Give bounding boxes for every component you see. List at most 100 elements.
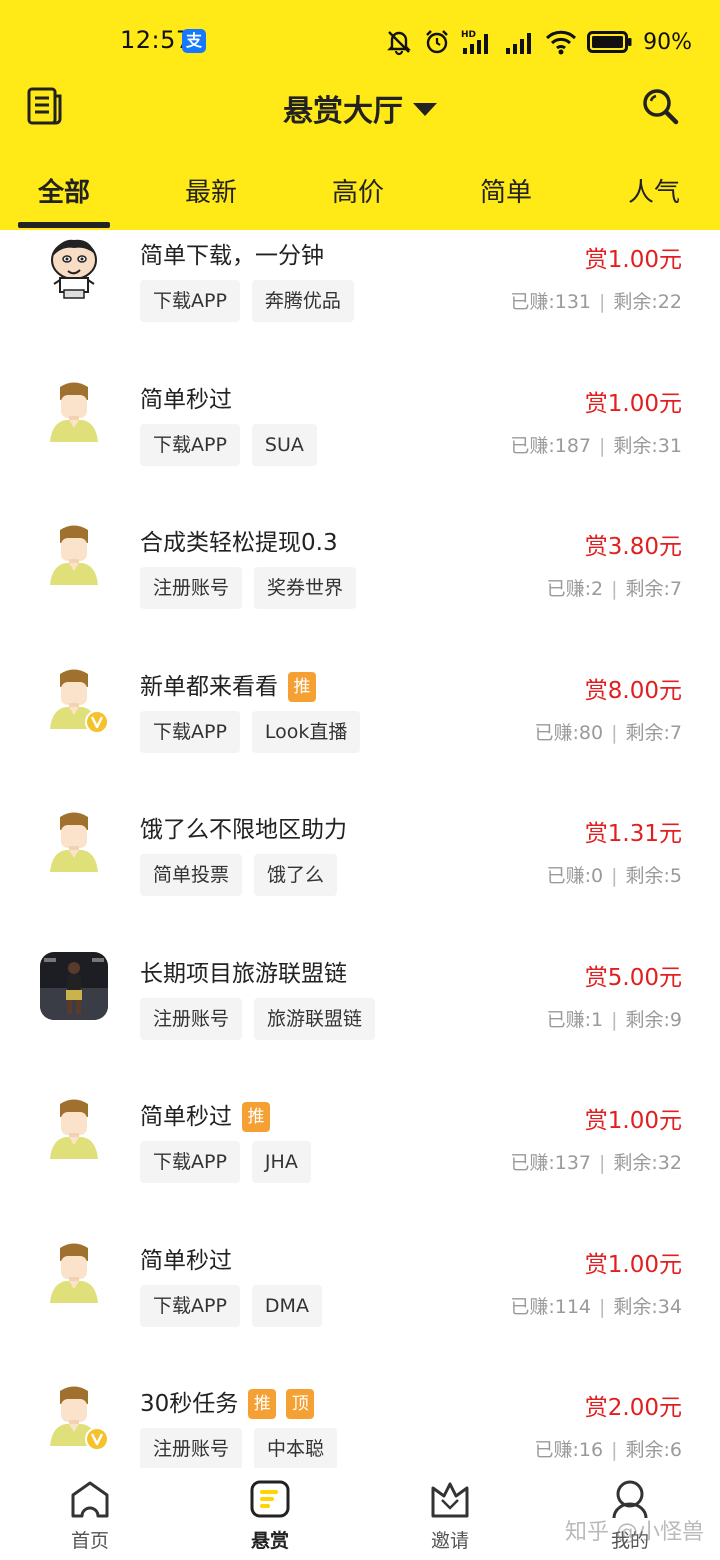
caret-down-icon xyxy=(413,103,437,116)
task-title-text: 简单秒过 xyxy=(140,1248,232,1274)
task-tag: 下载APP xyxy=(140,280,240,322)
task-title: 饿了么不限地区助力 xyxy=(140,810,347,844)
remaining-count: 剩余:5 xyxy=(625,865,683,887)
task-item[interactable]: 饿了么不限地区助力 简单投票 饿了么 赏1.31元 已赚:0 | 剩余:5 xyxy=(0,774,720,917)
task-title: 简单秒过 xyxy=(140,380,232,414)
task-tag: JHA xyxy=(251,1141,311,1183)
task-title-text: 新单都来看看 xyxy=(140,674,278,700)
vip-avatar xyxy=(40,665,109,734)
remaining-count: 剩余:34 xyxy=(613,1296,682,1318)
task-reward: 赏1.31元 xyxy=(584,821,682,847)
task-item[interactable]: 30秒任务推顶注册账号 中本聪 赏2.00元已赚:16 | 剩余:6 xyxy=(0,1348,720,1468)
wifi-icon xyxy=(546,30,577,55)
avatar xyxy=(40,378,108,446)
battery-percentage: 90% xyxy=(643,29,692,55)
task-reward: 赏2.00元 xyxy=(584,1395,682,1421)
remaining-count: 剩余:7 xyxy=(625,578,683,600)
recommend-badge: 推 xyxy=(288,672,316,702)
stats-divider: | xyxy=(599,435,606,457)
earned-count: 已赚:1 xyxy=(546,1009,604,1031)
task-reward: 赏3.80元 xyxy=(584,534,682,560)
task-title-text: 饿了么不限地区助力 xyxy=(140,817,347,843)
battery-icon xyxy=(587,31,632,53)
alarm-icon xyxy=(426,30,448,54)
task-tag: 注册账号 xyxy=(140,1428,243,1468)
remaining-count: 剩余:9 xyxy=(625,1009,683,1031)
tab-high-price[interactable]: 高价 xyxy=(332,172,384,209)
task-tag: 下载APP xyxy=(140,711,240,753)
nav-invite[interactable]: 邀请 xyxy=(395,1468,505,1560)
task-item[interactable]: 简单秒过下载APP DMA 赏1.00元已赚:114 | 剩余:34 xyxy=(0,1205,720,1348)
earned-count: 已赚:80 xyxy=(534,722,604,744)
task-item[interactable]: 长期项目旅游联盟链 注册账号 旅游联盟链 赏5.00元 已赚:1 | 剩余:9 xyxy=(0,918,720,1061)
earned-count: 已赚:137 xyxy=(510,1152,591,1174)
task-tag: 注册账号 xyxy=(140,567,243,609)
tab-simple[interactable]: 简单 xyxy=(480,172,532,209)
earned-count: 已赚:2 xyxy=(546,578,604,600)
task-item[interactable]: 合成类轻松提现0.3 注册账号 奖券世界 赏3.80元 已赚:2 | 剩余:7 xyxy=(0,487,720,630)
avatar xyxy=(40,1239,108,1307)
stats-divider: | xyxy=(611,722,618,744)
task-stats: 已赚:1 | 剩余:9 xyxy=(547,1005,682,1032)
task-title-text: 30秒任务 xyxy=(140,1391,239,1417)
task-tags: 下载APP JHA xyxy=(140,1141,311,1183)
recommend-badge: 推 xyxy=(242,1102,270,1132)
recommend-badge: 推 xyxy=(248,1389,277,1419)
task-tag: 简单投票 xyxy=(140,854,243,896)
task-item[interactable]: 简单秒过 下载APP SUA 赏1.00元 已赚:187 | 剩余:31 xyxy=(0,344,720,487)
tab-active-indicator xyxy=(18,222,110,228)
task-tags: 简单投票 饿了么 xyxy=(140,854,338,896)
remaining-count: 剩余:6 xyxy=(625,1439,683,1461)
invite-icon xyxy=(431,1482,469,1518)
earned-count: 已赚:114 xyxy=(510,1296,591,1318)
task-title-text: 简单下载，一分钟 xyxy=(140,243,324,269)
task-title: 合成类轻松提现0.3 xyxy=(140,523,338,557)
avatar xyxy=(40,808,108,876)
stats-divider: | xyxy=(611,1009,618,1031)
task-tags: 下载APP 奔腾优品 xyxy=(140,280,354,322)
task-stats: 已赚:137 | 剩余:32 xyxy=(510,1148,682,1175)
task-tags: 注册账号 旅游联盟链 xyxy=(140,998,376,1040)
task-tags: 注册账号 中本聪 xyxy=(140,1428,338,1468)
task-stats: 已赚:16 | 剩余:6 xyxy=(535,1435,683,1462)
earned-count: 已赚:16 xyxy=(534,1439,604,1461)
task-tag: 下载APP xyxy=(140,424,240,466)
tab-latest[interactable]: 最新 xyxy=(185,172,237,209)
earned-count: 已赚:0 xyxy=(546,865,604,887)
task-item[interactable]: 简单下载，一分钟 下载APP 奔腾优品 赏1.00元 已赚:131 | 剩余:22 xyxy=(0,230,720,343)
stats-divider: | xyxy=(611,1439,618,1461)
task-reward: 赏1.00元 xyxy=(584,1252,682,1278)
stats-divider: | xyxy=(611,578,618,600)
task-title: 简单秒过推 xyxy=(140,1097,270,1132)
task-tag: 奔腾优品 xyxy=(251,280,354,322)
task-item[interactable]: 新单都来看看推下载APP Look直播 赏8.00元 已赚:80 | 剩余:7 xyxy=(0,631,720,774)
tab-all[interactable]: 全部 xyxy=(38,172,90,209)
signal-icon xyxy=(506,33,532,54)
task-reward: 赏1.00元 xyxy=(584,247,682,273)
remaining-count: 剩余:22 xyxy=(613,291,682,313)
home-icon xyxy=(71,1481,109,1518)
nav-reward[interactable]: 悬赏 xyxy=(215,1468,325,1560)
search-icon[interactable] xyxy=(640,86,680,126)
task-item[interactable]: 简单秒过推下载APP JHA 赏1.00元 已赚:137 | 剩余:32 xyxy=(0,1061,720,1204)
task-stats: 已赚:80 | 剩余:7 xyxy=(535,718,683,745)
header: 12:57 支 HD 90% 悬赏大厅 全部 最新 高价 简单 人气 xyxy=(0,0,720,230)
status-bar: 12:57 支 HD 90% xyxy=(0,0,720,84)
nav-home[interactable]: 首页 xyxy=(35,1468,145,1560)
task-reward: 赏1.00元 xyxy=(584,391,682,417)
task-reward: 赏8.00元 xyxy=(584,678,682,704)
avatar xyxy=(40,1095,108,1163)
status-icons: HD 90% xyxy=(385,26,692,58)
tab-popular[interactable]: 人气 xyxy=(628,172,680,209)
task-tag: 下载APP xyxy=(140,1141,240,1183)
task-tag: 注册账号 xyxy=(140,998,243,1040)
top-badge: 顶 xyxy=(286,1389,315,1419)
task-stats: 已赚:114 | 剩余:34 xyxy=(510,1292,682,1319)
nav-invite-label: 邀请 xyxy=(430,1530,469,1552)
task-tags: 下载APP DMA xyxy=(140,1285,322,1327)
title-bar: 悬赏大厅 xyxy=(0,84,720,144)
page-title-dropdown[interactable]: 悬赏大厅 xyxy=(0,86,720,130)
vip-avatar xyxy=(40,1382,109,1451)
status-time: 12:57 xyxy=(120,26,192,54)
alipay-notification-icon: 支 xyxy=(182,29,206,53)
